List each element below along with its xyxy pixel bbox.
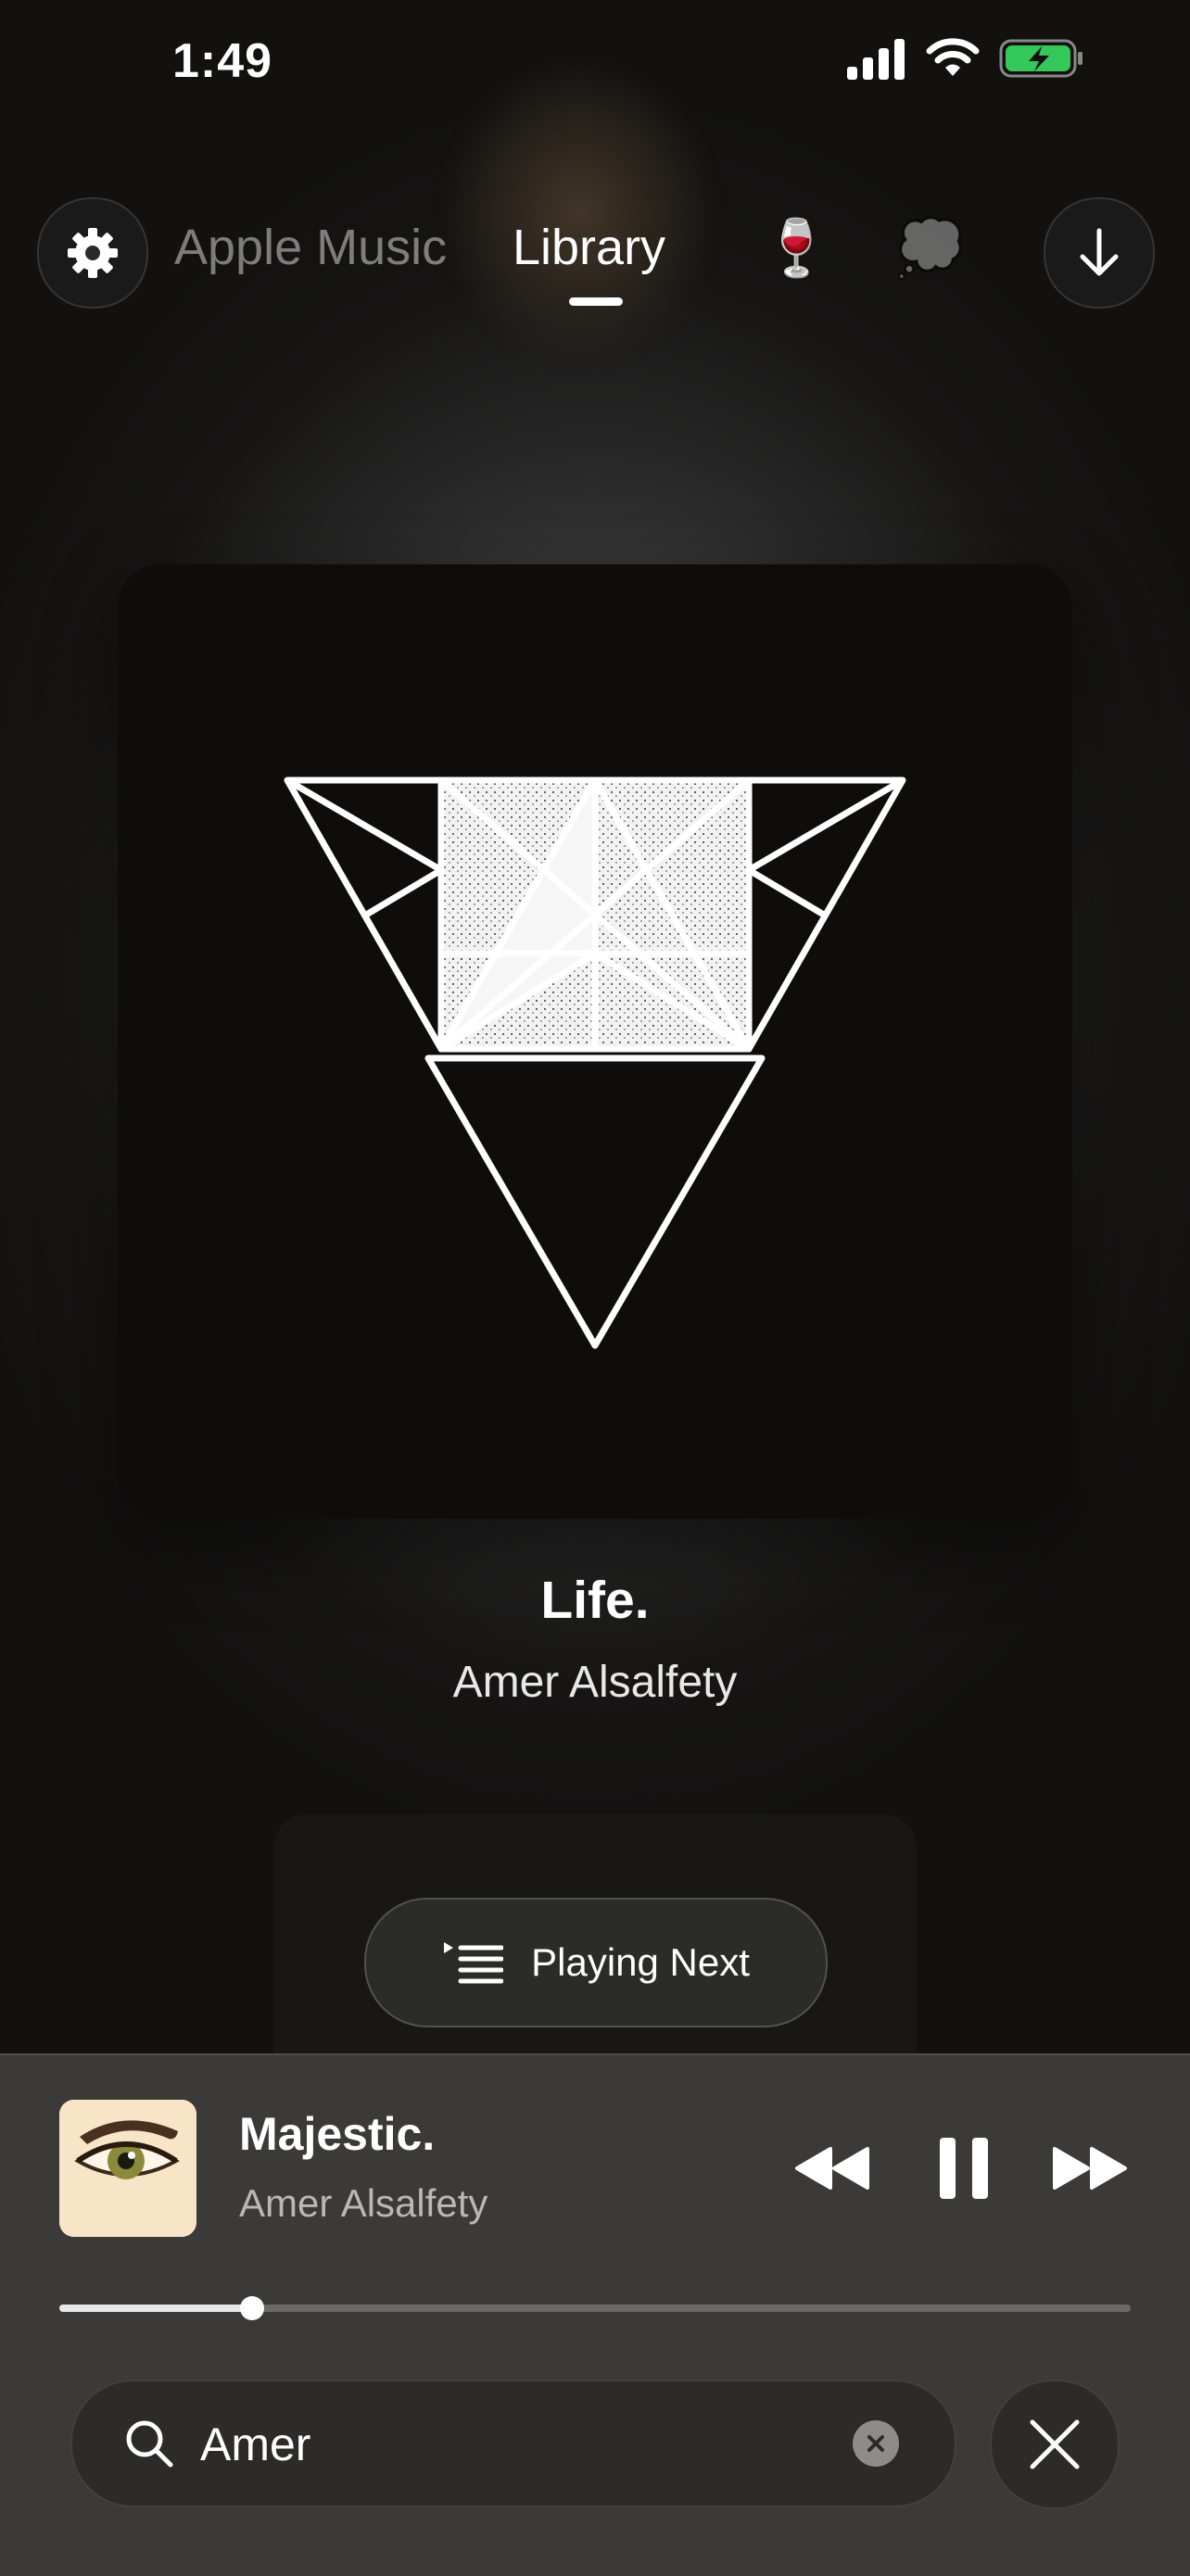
tab-wine-playlist[interactable]: 🍷 xyxy=(762,216,831,281)
gear-icon xyxy=(68,228,118,278)
song-title: Life. xyxy=(540,1571,650,1630)
search-field[interactable] xyxy=(70,2380,956,2507)
settings-button[interactable] xyxy=(37,197,148,309)
song-artist[interactable]: Amer Alsalfety xyxy=(0,1657,1190,1708)
close-icon xyxy=(1030,2419,1080,2469)
close-search-button[interactable] xyxy=(990,2380,1120,2509)
geometric-triangle-artwork xyxy=(284,777,906,1349)
mini-player-artwork[interactable] xyxy=(59,2100,196,2237)
playback-scrubber-knob[interactable] xyxy=(240,2296,265,2320)
tab-apple-music[interactable]: Apple Music xyxy=(174,219,447,276)
search-icon xyxy=(126,2420,173,2468)
clear-search-button[interactable] xyxy=(853,2420,899,2467)
search-input[interactable] xyxy=(198,2407,804,2481)
eye-artwork xyxy=(59,2100,196,2237)
mini-player-title: Majestic. xyxy=(239,2108,436,2160)
mini-player-artist: Amer Alsalfety xyxy=(239,2181,488,2225)
queue-list-icon xyxy=(444,1942,504,1984)
rewind-icon xyxy=(795,2147,869,2190)
battery-charging-icon xyxy=(999,39,1082,78)
fast-forward-button[interactable] xyxy=(1051,2129,1129,2207)
pause-icon xyxy=(940,2138,988,2199)
tab-library[interactable]: Library xyxy=(513,219,665,276)
clear-x-icon xyxy=(867,2435,884,2452)
status-bar: 1:49 xyxy=(0,0,1190,120)
wifi-icon xyxy=(926,38,980,76)
playing-next-button[interactable]: Playing Next xyxy=(364,1898,828,2027)
pause-button[interactable] xyxy=(929,2129,999,2207)
status-time: 1:49 xyxy=(172,34,273,88)
mini-player[interactable]: Majestic. Amer Alsalfety xyxy=(0,2053,1190,2576)
fast-forward-icon xyxy=(1053,2147,1127,2190)
rewind-button[interactable] xyxy=(793,2129,871,2207)
playback-progress-fill xyxy=(59,2305,253,2312)
album-artwork[interactable] xyxy=(118,564,1072,1519)
selected-tab-indicator xyxy=(569,297,623,306)
arrow-down-icon xyxy=(1080,228,1119,276)
tab-thought-playlist[interactable]: 💭 xyxy=(895,216,965,281)
playback-progress-bar[interactable] xyxy=(59,2296,1131,2320)
cellular-signal-icon xyxy=(847,37,906,80)
dismiss-button[interactable] xyxy=(1044,197,1155,309)
playing-next-label: Playing Next xyxy=(531,1940,750,1984)
